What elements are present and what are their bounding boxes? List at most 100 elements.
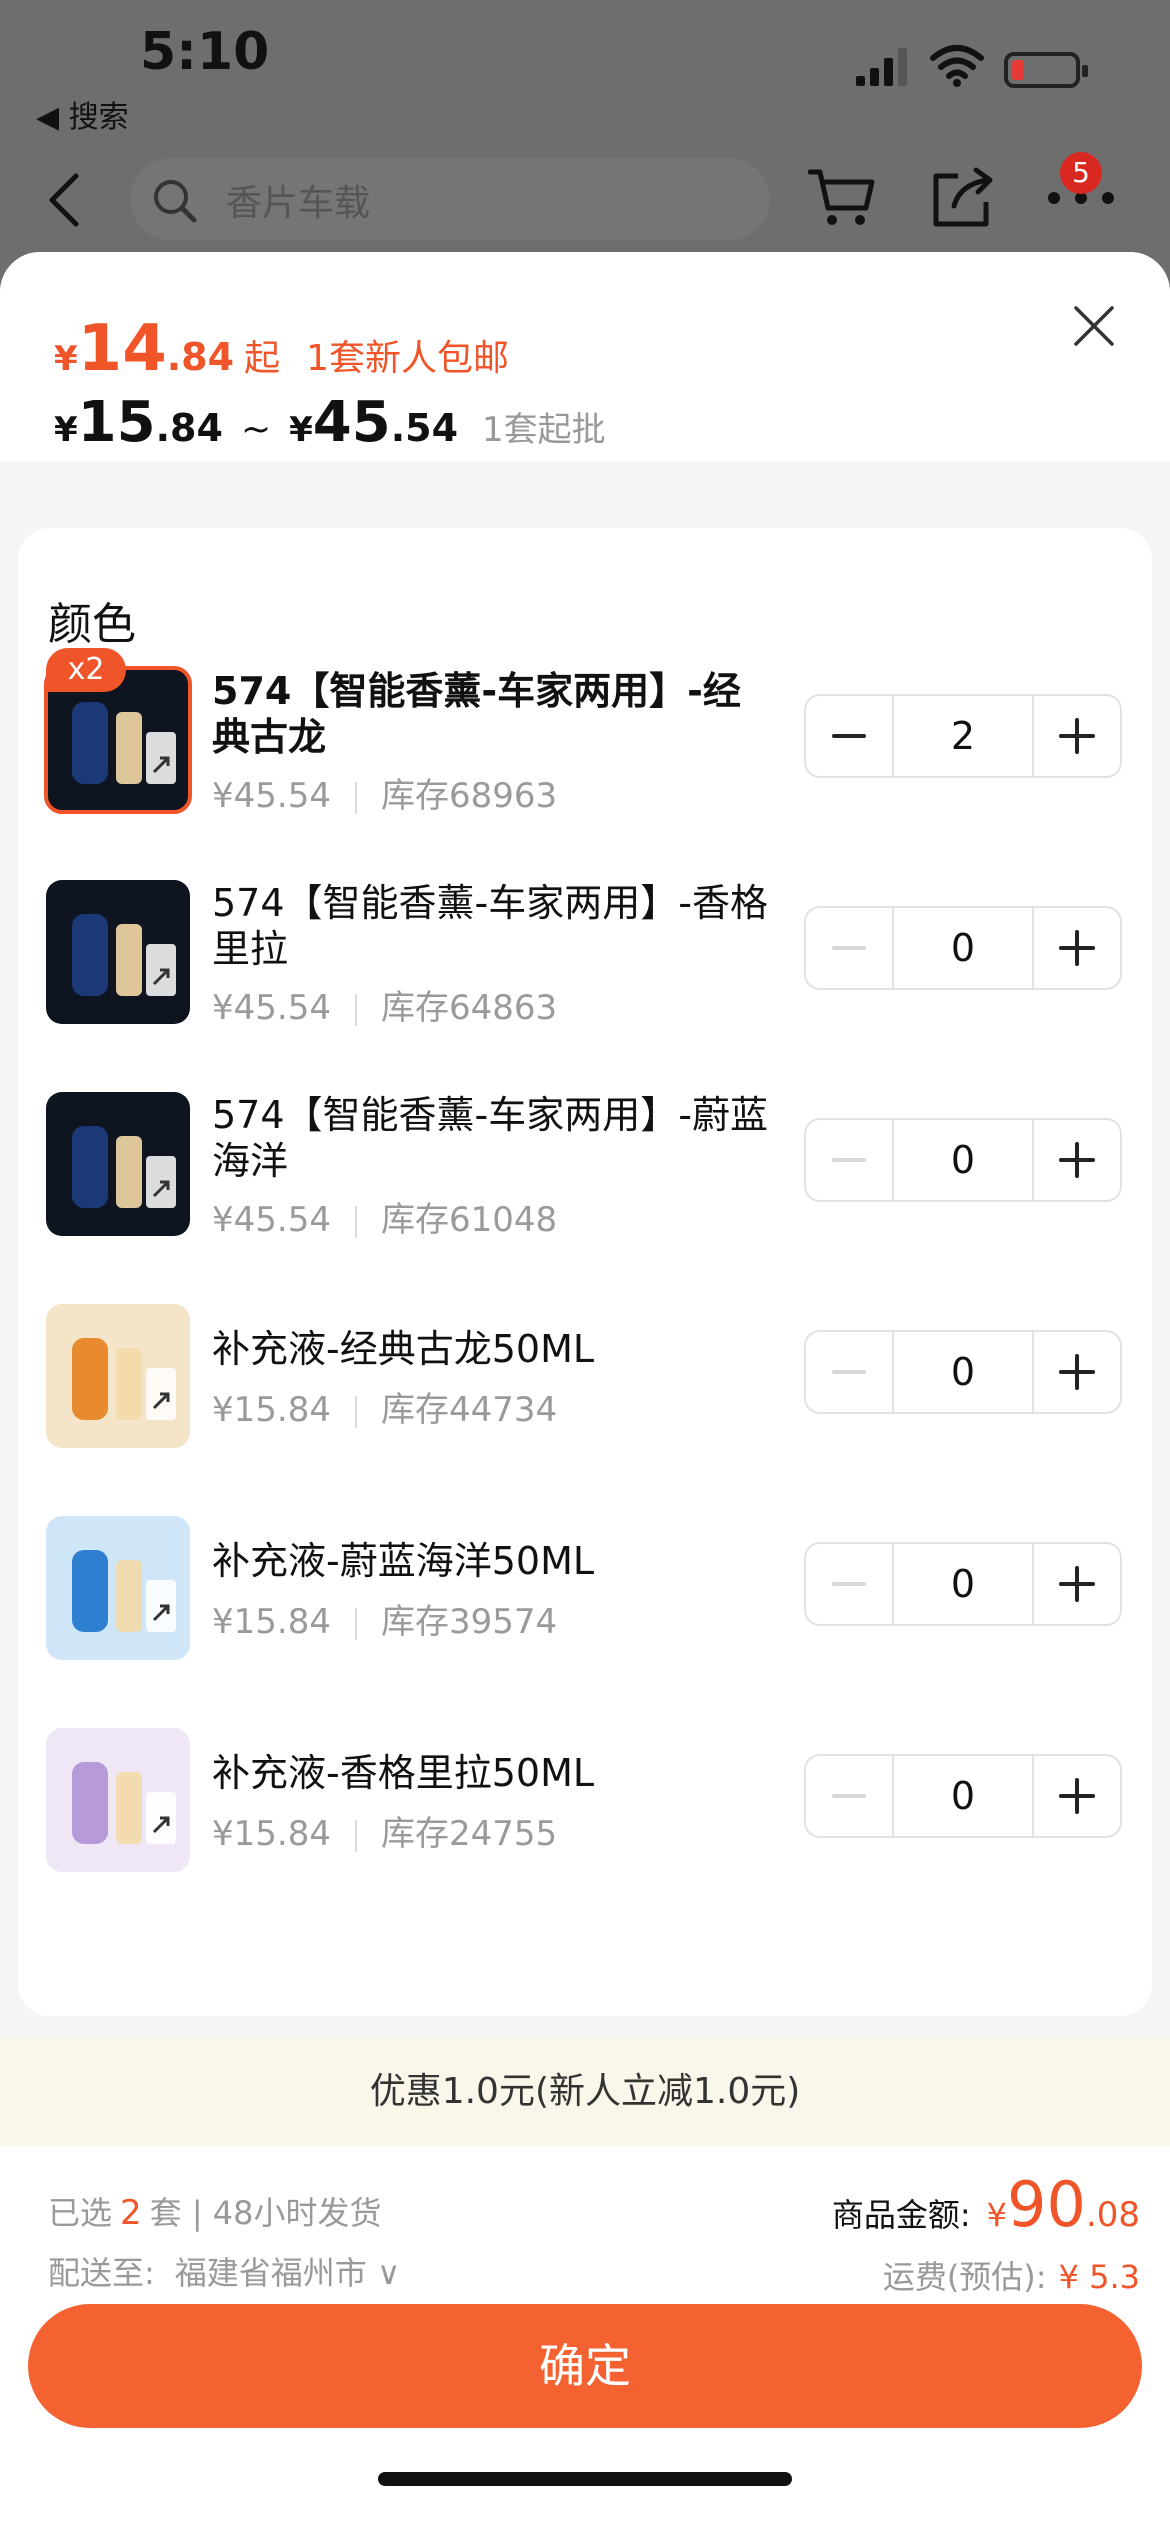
variant-stock: 库存68963 (380, 776, 558, 816)
decrease-button[interactable] (806, 696, 892, 776)
increase-button[interactable] (1034, 1756, 1120, 1836)
increase-button[interactable] (1034, 1120, 1120, 1200)
minus-icon (832, 1794, 866, 1798)
new-user-promo: 1套新人包邮 (306, 338, 509, 379)
confirm-button[interactable]: 确定 (28, 2304, 1142, 2428)
divider (354, 993, 357, 1026)
delivery-address[interactable]: 配送至: 福建省福州市 ∨ (48, 2248, 400, 2294)
quantity-value[interactable]: 0 (892, 1756, 1034, 1836)
minus-icon (832, 734, 866, 738)
plus-icon (1059, 1778, 1095, 1814)
variant-price: ¥15.84 (212, 1602, 331, 1642)
quantity-value[interactable]: 0 (892, 908, 1034, 988)
back-arrow-icon[interactable] (46, 172, 82, 228)
decrease-button[interactable] (806, 908, 892, 988)
variant-name: 574【智能香薰-车家两用】-经典古龙 (212, 669, 741, 759)
selected-summary: 已选 2 套 | 48小时发货 (48, 2193, 382, 2233)
variant-meta: ¥45.54 库存64863 (212, 980, 557, 1029)
divider (354, 1607, 357, 1640)
quantity-value[interactable]: 2 (892, 696, 1034, 776)
variant-stock: 库存44734 (380, 1390, 558, 1430)
variant-stock: 库存39574 (380, 1602, 558, 1642)
variant-row: 574【智能香薰-车家两用】-香格里拉 ¥45.54 库存64863 0 (18, 880, 1152, 1030)
minus-icon (832, 946, 866, 950)
variant-meta: ¥15.84 库存39574 (212, 1594, 557, 1643)
variant-name: 574【智能香薰-车家两用】-香格里拉 (212, 881, 768, 971)
variant-stock: 库存24755 (380, 1814, 558, 1854)
minus-icon (832, 1582, 866, 1586)
product-image-icon (46, 1516, 190, 1660)
variant-name: 补充液-经典古龙50ML (212, 1327, 595, 1371)
quantity-value[interactable]: 0 (892, 1332, 1034, 1412)
product-image-icon (46, 1092, 190, 1236)
close-icon[interactable] (1070, 302, 1118, 350)
variant-thumbnail[interactable] (46, 1304, 190, 1448)
variant-thumbnail[interactable] (46, 1728, 190, 1872)
variant-thumbnail[interactable] (46, 1092, 190, 1236)
plus-icon (1059, 1566, 1095, 1602)
product-image-icon (46, 1728, 190, 1872)
discount-banner: 优惠1.0元(新人立减1.0元) (0, 2038, 1170, 2146)
search-icon (154, 180, 197, 223)
increase-button[interactable] (1034, 1332, 1120, 1412)
cart-icon[interactable] (808, 166, 878, 230)
decrease-button[interactable] (806, 1332, 892, 1412)
minus-icon (832, 1158, 866, 1162)
decrease-button[interactable] (806, 1756, 892, 1836)
sku-selection-sheet: ¥14.84 起 1套新人包邮 ¥15.84 ~ ¥45.54 1套起批 颜色 x2 57… (0, 252, 1170, 2532)
divider (354, 781, 357, 814)
decrease-button[interactable] (806, 1544, 892, 1624)
variant-meta: ¥15.84 库存24755 (212, 1806, 557, 1855)
quantity-value[interactable]: 0 (892, 1120, 1034, 1200)
product-image-icon (46, 880, 190, 1024)
plus-icon (1059, 1354, 1095, 1390)
section-title-color: 颜色 (48, 599, 136, 650)
status-time: 5:10 (140, 22, 270, 82)
increase-button[interactable] (1034, 696, 1120, 776)
variant-thumbnail[interactable] (46, 880, 190, 1024)
variant-thumbnail[interactable] (46, 1516, 190, 1660)
variant-name: 574【智能香薰-车家两用】-蔚蓝海洋 (212, 1093, 768, 1183)
quantity-stepper: 0 (804, 906, 1122, 990)
variant-stock: 库存64863 (380, 988, 558, 1028)
increase-button[interactable] (1034, 1544, 1120, 1624)
plus-icon (1059, 930, 1095, 966)
product-image-icon (46, 1304, 190, 1448)
divider (354, 1395, 357, 1428)
variant-price: ¥45.54 (212, 988, 331, 1028)
battery-icon (1004, 52, 1088, 88)
home-indicator (378, 2472, 792, 2486)
min-order-qty: 1套起批 (482, 410, 606, 450)
variant-meta: ¥15.84 库存44734 (212, 1382, 557, 1431)
variant-price: ¥45.54 (212, 1200, 331, 1240)
variant-meta: ¥45.54 库存68963 (212, 768, 557, 817)
variant-row: 574【智能香薰-车家两用】-蔚蓝海洋 ¥45.54 库存61048 0 (18, 1092, 1152, 1242)
variant-row: 补充液-经典古龙50ML ¥15.84 库存44734 0 (18, 1304, 1152, 1454)
variant-row: 补充液-蔚蓝海洋50ML ¥15.84 库存39574 0 (18, 1516, 1152, 1666)
variant-price: ¥45.54 (212, 776, 331, 816)
quantity-stepper: 0 (804, 1542, 1122, 1626)
cellular-signal-icon (856, 48, 907, 86)
quantity-stepper: 0 (804, 1754, 1122, 1838)
increase-button[interactable] (1034, 908, 1120, 988)
variant-stock: 库存61048 (380, 1200, 558, 1240)
variant-card: 颜色 x2 574【智能香薰-车家两用】-经典古龙 ¥45.54 库存68963 … (18, 528, 1152, 2016)
variant-name: 补充液-蔚蓝海洋50ML (212, 1539, 595, 1583)
divider (354, 1819, 357, 1852)
quantity-stepper: 2 (804, 694, 1122, 778)
quantity-stepper: 0 (804, 1118, 1122, 1202)
wifi-icon (930, 45, 984, 87)
variant-price: ¥15.84 (212, 1390, 331, 1430)
decrease-button[interactable] (806, 1120, 892, 1200)
divider (354, 1205, 357, 1238)
back-to-app-link[interactable]: ◀ 搜索 (36, 92, 129, 136)
variant-name: 补充液-香格里拉50ML (212, 1751, 595, 1795)
plus-icon (1059, 718, 1095, 754)
quantity-value[interactable]: 0 (892, 1544, 1034, 1624)
variant-price: ¥15.84 (212, 1814, 331, 1854)
search-placeholder: 香片车载 (226, 183, 371, 224)
starting-price: ¥14.84 起 1套新人包邮 (54, 312, 509, 386)
share-icon[interactable] (930, 166, 996, 230)
quantity-badge: x2 (46, 648, 126, 692)
variant-row: 补充液-香格里拉50ML ¥15.84 库存24755 0 (18, 1728, 1152, 1878)
